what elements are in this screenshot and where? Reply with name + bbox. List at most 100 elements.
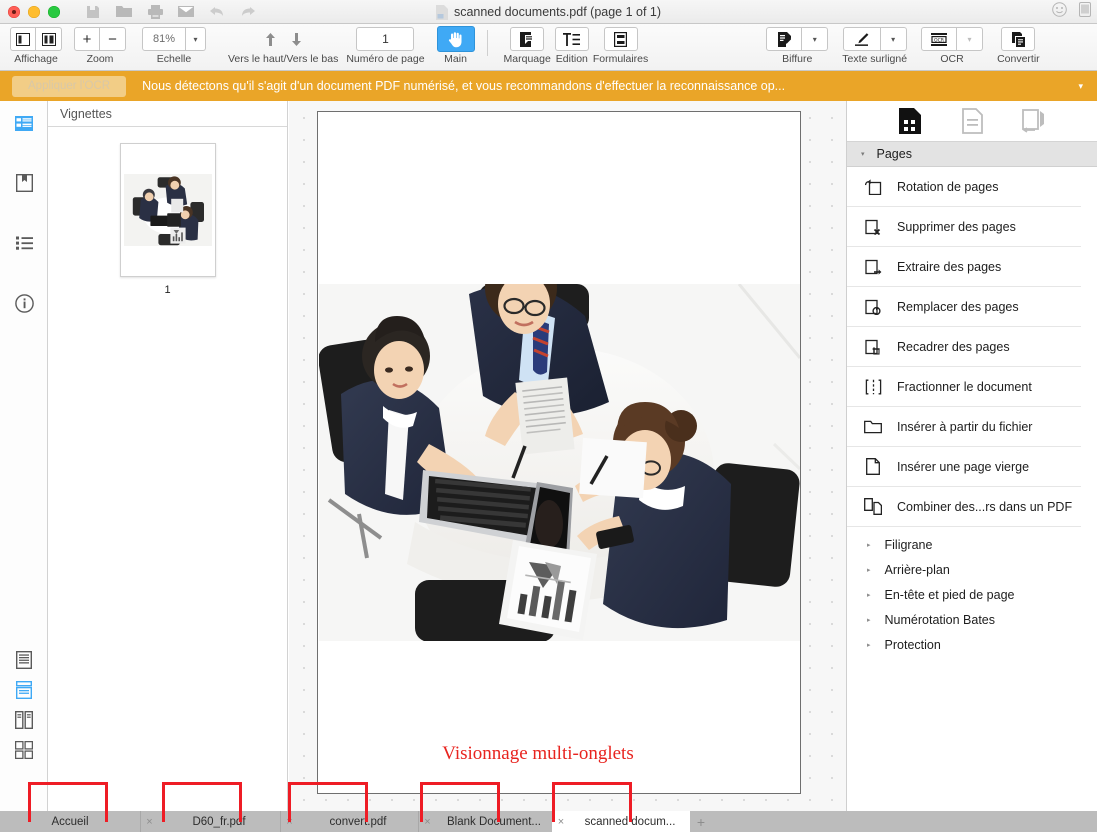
group-label: Filigrane [884, 537, 933, 552]
edit-text-icon[interactable] [554, 27, 589, 51]
ocr-banner-expand-caret[interactable]: ▾ [1078, 81, 1083, 92]
chevron-down-icon: ▾ [193, 34, 198, 44]
tool-inserer-une-page-vierge[interactable]: Insérer une page vierge [847, 447, 1081, 487]
toolbar-label-edition: Edition [555, 53, 588, 65]
sidebar-item-info[interactable] [12, 291, 36, 315]
chevron-down-icon: ▾ [861, 151, 865, 158]
sidebar-item-bookmarks[interactable] [12, 171, 36, 195]
chevron-right-icon: ▸ [867, 541, 871, 549]
chevron-right-icon: ▸ [867, 641, 871, 649]
group-filigrane[interactable]: ▸ Filigrane [847, 532, 1097, 557]
tab-scanned-documents[interactable]: scanned docum... [570, 811, 690, 832]
tool-rotation-de-pages[interactable]: Rotation de pages [847, 167, 1081, 207]
pages-tool-icon[interactable] [896, 107, 924, 135]
panel-left-icon[interactable] [10, 27, 36, 51]
document-canvas[interactable]: Visionnage multi-onglets [289, 101, 846, 812]
group-en-tete-et-pied-de-page[interactable]: ▸ En-tête et pied de page [847, 582, 1097, 607]
tool-label: Combiner des...rs dans un PDF [897, 499, 1073, 514]
tool-fractionner-le-document[interactable]: Fractionner le document [847, 367, 1081, 407]
convert-icon[interactable] [1001, 27, 1036, 51]
tab-close-button[interactable]: × [280, 811, 298, 832]
tool-label: Insérer à partir du fichier [897, 419, 1033, 434]
open-folder-icon[interactable] [113, 4, 135, 20]
maximize-window-button[interactable] [48, 5, 60, 18]
toolbar-group-edition: Edition [554, 24, 589, 65]
zoom-out-button[interactable]: − [100, 27, 126, 51]
tab-accueil[interactable]: Accueil [0, 811, 140, 832]
mail-icon[interactable] [175, 4, 197, 20]
redo-icon[interactable] [237, 4, 259, 20]
tool-label: Fractionner le document [897, 379, 1032, 394]
tab-close-button[interactable]: × [140, 811, 158, 832]
tool-recadrer-des-pages[interactable]: Recadrer des pages [847, 327, 1081, 367]
hand-tool-button[interactable] [436, 26, 475, 52]
tool-remplacer-des-pages[interactable]: Remplacer des pages [847, 287, 1081, 327]
page-number-input[interactable]: 1 [356, 27, 415, 51]
titlebar-quick-actions [82, 4, 259, 20]
toolbar-label-ocr: OCR [940, 53, 964, 65]
new-tab-button[interactable]: + [690, 811, 712, 832]
group-arriere-plan[interactable]: ▸ Arrière-plan [847, 557, 1097, 582]
sidebar-item-two-page-view[interactable] [12, 708, 36, 732]
toolbar-label-affichage: Affichage [14, 53, 58, 65]
device-icon[interactable] [1079, 2, 1091, 22]
zoom-level-dropdown-caret[interactable]: ▾ [186, 27, 206, 51]
tab-close-button[interactable]: × [552, 811, 570, 832]
sidebar-item-grid-view[interactable] [12, 738, 36, 762]
panel-split-icon[interactable] [36, 27, 62, 51]
toolbar-label-convert: Convertir [997, 53, 1040, 65]
markup-icon[interactable] [510, 27, 545, 51]
toolbar-group-echelle: 81% ▾ Echelle [142, 24, 206, 65]
tool-inserer-a-partir-du-fichier[interactable]: Insérer à partir du fichier [847, 407, 1081, 447]
organize-pages-icon[interactable] [1020, 107, 1048, 135]
save-icon[interactable] [82, 4, 104, 20]
tool-combiner-des-fichiers[interactable]: Combiner des...rs dans un PDF [847, 487, 1081, 527]
highlight-dropdown-caret[interactable]: ▾ [880, 27, 907, 51]
tab-close-button[interactable]: × [418, 811, 436, 832]
chevron-right-icon: ▸ [867, 566, 871, 574]
thumbnail-item[interactable]: 1 [48, 143, 287, 296]
window-title-text: scanned documents.pdf (page 1 of 1) [453, 5, 662, 19]
tool-label: Extraire des pages [897, 259, 1002, 274]
document-tab-bar: Accueil × D60_fr.pdf × convert.pdf × Bla… [0, 811, 1097, 832]
undo-icon[interactable] [206, 4, 228, 20]
toolbar-group-convert: Convertir [997, 24, 1040, 65]
tab-convert-pdf[interactable]: convert.pdf [298, 811, 418, 832]
smiley-icon[interactable] [1052, 2, 1067, 22]
page-down-button[interactable] [283, 27, 309, 51]
thumbnail-page-preview[interactable] [119, 143, 216, 277]
tab-label: D60_fr.pdf [192, 815, 246, 828]
pdf-page[interactable]: Visionnage multi-onglets [317, 111, 801, 794]
pages-section-header[interactable]: ▾ Pages [847, 142, 1097, 167]
minimize-window-button[interactable] [28, 5, 40, 18]
apply-ocr-button[interactable]: Appliquer l'OCR [12, 75, 127, 97]
group-protection[interactable]: ▸ Protection [847, 632, 1097, 657]
sidebar-item-outline[interactable] [12, 231, 36, 255]
ocr-icon[interactable]: OCR [921, 27, 958, 51]
tool-supprimer-des-pages[interactable]: Supprimer des pages [847, 207, 1081, 247]
sidebar-item-thumbnails[interactable] [12, 111, 36, 135]
tool-label: Rotation de pages [897, 179, 999, 194]
sidebar-item-continuous-scroll[interactable] [12, 678, 36, 702]
toolbar-group-highlight: ▾ Texte surligné [842, 24, 907, 65]
page-up-button[interactable] [257, 27, 283, 51]
sidebar-item-single-page-view[interactable] [12, 648, 36, 672]
zoom-level-value[interactable]: 81% [142, 27, 186, 51]
chevron-right-icon: ▸ [867, 591, 871, 599]
highlight-pen-icon[interactable] [842, 27, 881, 51]
tab-d60-fr-pdf[interactable]: D60_fr.pdf [158, 811, 280, 832]
tab-label: convert.pdf [329, 815, 387, 828]
forms-icon[interactable] [603, 27, 638, 51]
close-window-button[interactable] [8, 5, 20, 18]
redact-dropdown-caret[interactable]: ▾ [802, 27, 829, 51]
tool-label: Supprimer des pages [897, 219, 1016, 234]
document-tool-icon[interactable] [958, 107, 986, 135]
ocr-dropdown-caret[interactable]: ▾ [957, 27, 984, 51]
tab-blank-document[interactable]: Blank Document... [436, 811, 552, 832]
titlebar-right-actions [1052, 0, 1091, 24]
print-icon[interactable] [144, 4, 166, 20]
tool-extraire-des-pages[interactable]: Extraire des pages [847, 247, 1081, 287]
zoom-in-button[interactable]: + [74, 27, 100, 51]
group-numerotation-bates[interactable]: ▸ Numérotation Bates [847, 607, 1097, 632]
redact-icon[interactable] [766, 27, 803, 51]
